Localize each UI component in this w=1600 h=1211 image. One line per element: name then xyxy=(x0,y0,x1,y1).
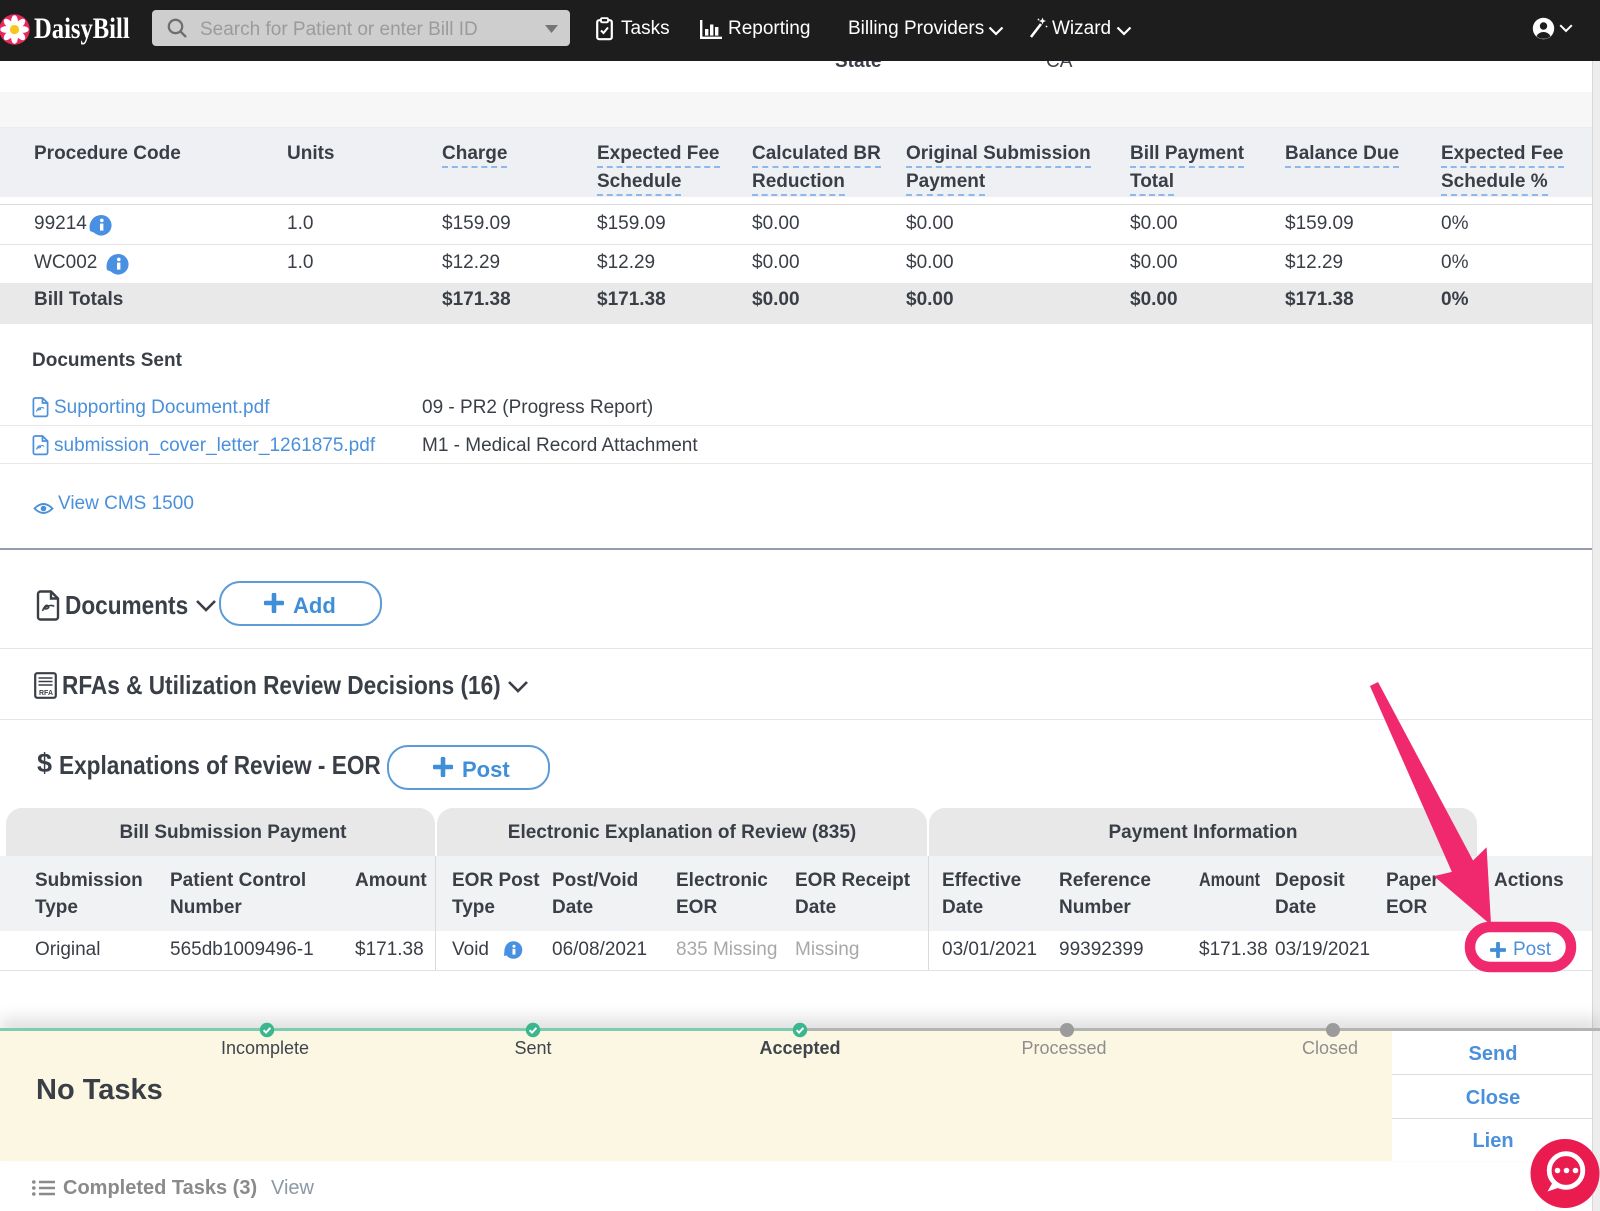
svg-text:RFA: RFA xyxy=(39,690,53,697)
